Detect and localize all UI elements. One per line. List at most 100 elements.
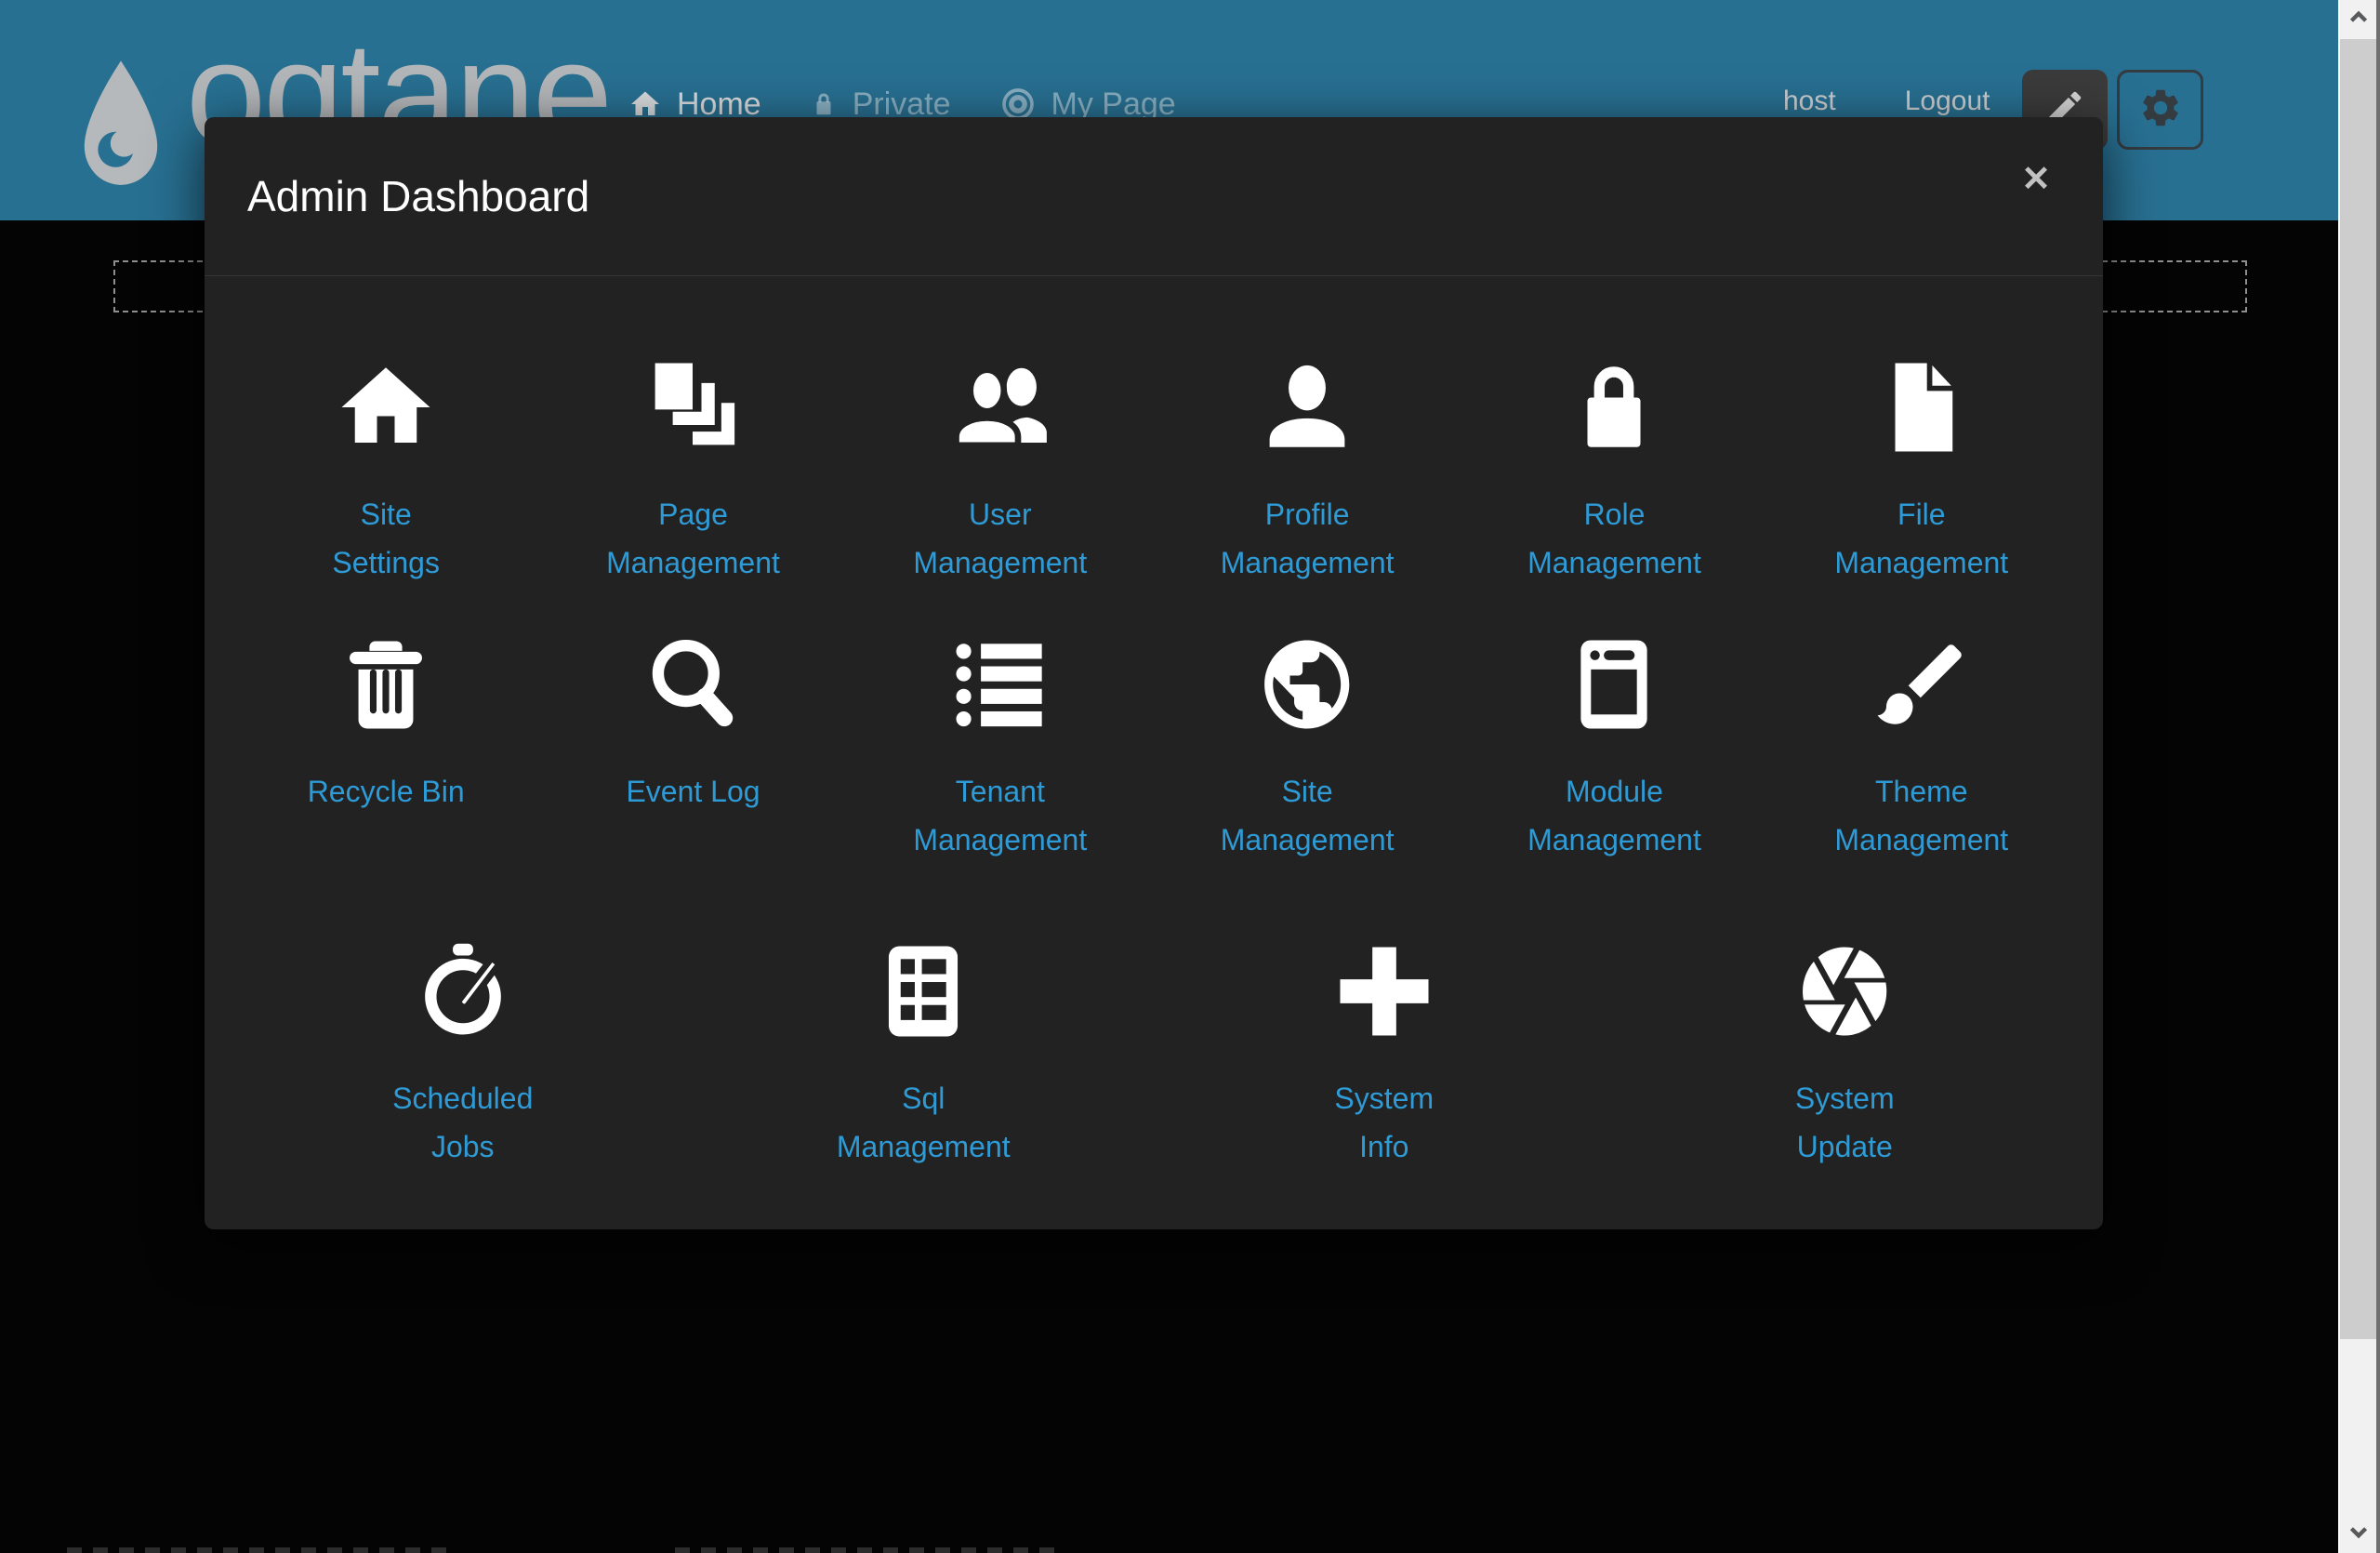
tile-label-line: Theme: [1768, 767, 2075, 816]
tile-label-line: Page: [539, 490, 846, 538]
magnifier-icon: [539, 628, 846, 741]
trash-icon: [232, 628, 539, 741]
tile-label-line: Management: [1461, 538, 1767, 587]
tile-system-info[interactable]: SystemInfo: [1154, 935, 1615, 1171]
scroll-up-button[interactable]: [2340, 0, 2376, 39]
person-icon: [1154, 351, 1461, 464]
tile-label-line: Management: [694, 1122, 1155, 1171]
user-links: host Logout: [1783, 86, 1990, 117]
tile-recycle-bin[interactable]: Recycle Bin: [232, 628, 539, 864]
tile-role-management[interactable]: RoleManagement: [1461, 351, 1767, 587]
table-icon: [694, 935, 1155, 1048]
tile-label: ModuleManagement: [1461, 767, 1767, 864]
tile-scheduled-jobs[interactable]: ScheduledJobs: [232, 935, 694, 1171]
logout-link[interactable]: Logout: [1905, 86, 1990, 117]
tile-label-line: System: [1615, 1074, 2076, 1122]
user-link-host[interactable]: host: [1783, 86, 1836, 117]
tile-row: ScheduledJobsSqlManagementSystemInfoSyst…: [232, 935, 2075, 1171]
tile-label-line: Management: [1154, 816, 1461, 864]
plus-icon: [1154, 935, 1615, 1048]
tile-label-line: Update: [1615, 1122, 2076, 1171]
tile-system-update[interactable]: SystemUpdate: [1615, 935, 2076, 1171]
tile-user-management[interactable]: UserManagement: [847, 351, 1154, 587]
tile-label-line: Management: [1154, 538, 1461, 587]
stopwatch-icon: [232, 935, 694, 1048]
tile-label: SiteSettings: [232, 490, 539, 587]
tile-label: SystemUpdate: [1615, 1074, 2076, 1171]
tile-file-management[interactable]: FileManagement: [1768, 351, 2075, 587]
window-edge: [2376, 0, 2380, 1553]
tile-page-management[interactable]: PageManagement: [539, 351, 846, 587]
tile-label-line: Management: [1768, 816, 2075, 864]
tile-tenant-management[interactable]: TenantManagement: [847, 628, 1154, 864]
tile-label: FileManagement: [1768, 490, 2075, 587]
settings-button[interactable]: [2117, 70, 2203, 150]
modal-title: Admin Dashboard: [247, 171, 589, 221]
tile-row: SiteSettingsPageManagementUserManagement…: [232, 351, 2075, 587]
tile-label-line: Sql: [694, 1074, 1155, 1122]
tile-label-line: User: [847, 490, 1154, 538]
tile-row: Recycle BinEvent LogTenantManagementSite…: [232, 628, 2075, 864]
vertical-scrollbar[interactable]: [2338, 0, 2380, 1553]
modal-header: Admin Dashboard: [205, 117, 2103, 276]
tile-site-settings[interactable]: SiteSettings: [232, 351, 539, 587]
tile-label-line: Info: [1154, 1122, 1615, 1171]
clipped-footer-content: [67, 1547, 457, 1553]
tile-label: PageManagement: [539, 490, 846, 587]
tile-label-line: Management: [847, 816, 1154, 864]
tile-label: TenantManagement: [847, 767, 1154, 864]
tile-label-line: Management: [847, 538, 1154, 587]
tile-label-line: System: [1154, 1074, 1615, 1122]
tile-event-log[interactable]: Event Log: [539, 628, 846, 864]
window-icon: [1461, 628, 1767, 741]
tile-label: Recycle Bin: [232, 767, 539, 864]
brush-icon: [1768, 628, 2075, 741]
oqtane-logo-icon: [69, 58, 173, 193]
tile-label-line: Event Log: [539, 767, 846, 816]
home-icon: [232, 351, 539, 464]
tile-profile-management[interactable]: ProfileManagement: [1154, 351, 1461, 587]
tile-label: SqlManagement: [694, 1074, 1155, 1171]
list-icon: [847, 628, 1154, 741]
tile-site-management[interactable]: SiteManagement: [1154, 628, 1461, 864]
home-icon: [628, 87, 662, 121]
tile-label-line: Scheduled: [232, 1074, 694, 1122]
clipped-footer-content: [675, 1547, 1058, 1553]
aperture-icon: [1615, 935, 2076, 1048]
people-icon: [847, 351, 1154, 464]
tile-sql-management[interactable]: SqlManagement: [694, 935, 1155, 1171]
tile-label-line: Management: [539, 538, 846, 587]
tile-label: RoleManagement: [1461, 490, 1767, 587]
chevron-down-icon: [2347, 1520, 2371, 1548]
tile-label: SystemInfo: [1154, 1074, 1615, 1171]
tile-label-line: Module: [1461, 767, 1767, 816]
close-icon[interactable]: ✕: [2021, 162, 2051, 197]
file-icon: [1768, 351, 2075, 464]
tile-theme-management[interactable]: ThemeManagement: [1768, 628, 2075, 864]
tile-label-line: Profile: [1154, 490, 1461, 538]
tile-label: ProfileManagement: [1154, 490, 1461, 587]
scrollbar-track[interactable]: [2340, 0, 2376, 1553]
tile-label-line: Role: [1461, 490, 1767, 538]
admin-dashboard-modal: Admin Dashboard ✕ SiteSettingsPageManage…: [205, 117, 2103, 1229]
tile-label-line: Recycle Bin: [232, 767, 539, 816]
tile-label-line: Management: [1768, 538, 2075, 587]
scrollbar-thumb[interactable]: [2340, 39, 2376, 1339]
scroll-down-button[interactable]: [2340, 1514, 2376, 1553]
tile-label: ThemeManagement: [1768, 767, 2075, 864]
gear-icon: [2138, 86, 2183, 135]
tile-label-line: Settings: [232, 538, 539, 587]
tile-label: UserManagement: [847, 490, 1154, 587]
page: oqtane HomePrivateMy Page host Logout Ad…: [0, 0, 2380, 1553]
tile-label-line: Site: [232, 490, 539, 538]
tile-label-line: Site: [1154, 767, 1461, 816]
tile-label: ScheduledJobs: [232, 1074, 694, 1171]
lock-icon: [1461, 351, 1767, 464]
tile-label-line: File: [1768, 490, 2075, 538]
tile-label-line: Tenant: [847, 767, 1154, 816]
tile-label-line: Management: [1461, 816, 1767, 864]
chevron-up-icon: [2347, 6, 2371, 34]
tile-label-line: Jobs: [232, 1122, 694, 1171]
globe-icon: [1154, 628, 1461, 741]
tile-module-management[interactable]: ModuleManagement: [1461, 628, 1767, 864]
